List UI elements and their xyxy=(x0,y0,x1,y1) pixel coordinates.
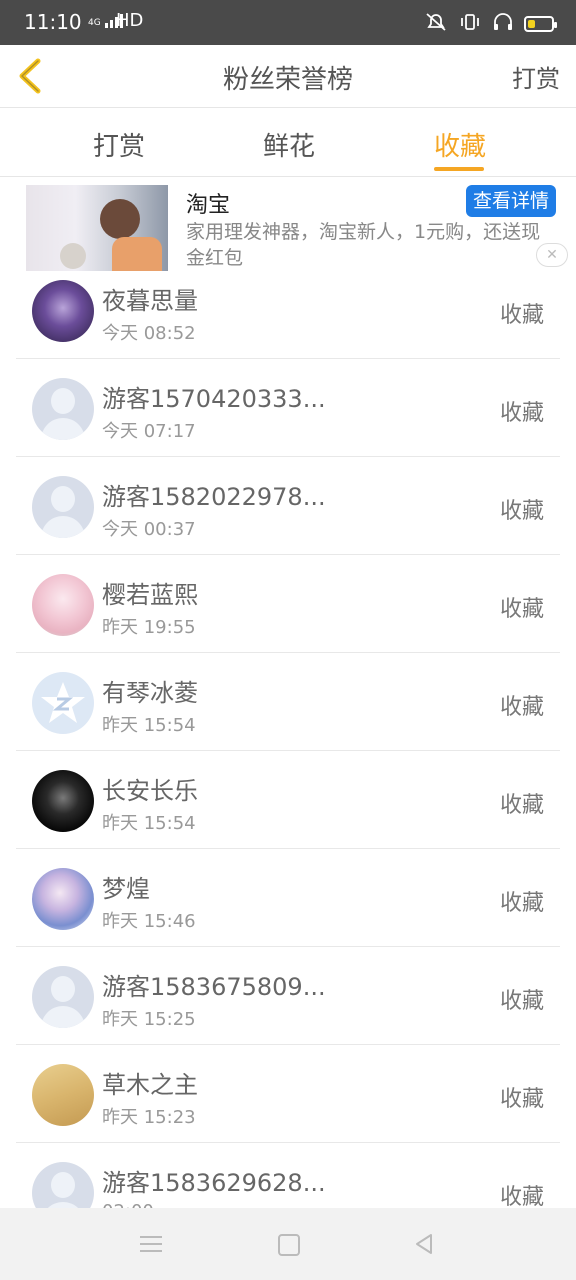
home-icon[interactable] xyxy=(278,1234,300,1256)
fan-name: 樱若蓝熙 xyxy=(102,581,198,609)
vibrate-icon xyxy=(458,12,482,36)
avatar xyxy=(32,476,94,538)
avatar xyxy=(32,672,94,734)
fan-name: 夜暮思量 xyxy=(102,287,198,315)
network-label: 4G xyxy=(88,18,101,28)
reward-button[interactable]: 打赏 xyxy=(512,59,560,94)
list-item[interactable]: 樱若蓝熙 昨天 19:55 收藏 xyxy=(16,555,560,653)
fan-time: 昨天 19:55 xyxy=(102,617,196,638)
tab-bar: 打赏 鲜花 收藏 xyxy=(0,108,576,177)
list-item[interactable]: 游客1582022978... 今天 00:37 收藏 xyxy=(16,457,560,555)
fan-time: 昨天 15:46 xyxy=(102,911,196,932)
avatar xyxy=(32,966,94,1028)
avatar xyxy=(32,574,94,636)
fan-name: 草木之主 xyxy=(102,1071,198,1099)
fan-name: 游客1583629628... xyxy=(102,1169,326,1197)
fan-time: 今天 08:52 xyxy=(102,323,196,344)
fan-action: 收藏 xyxy=(499,401,544,426)
list-item[interactable]: 草木之主 昨天 15:23 收藏 xyxy=(16,1045,560,1143)
fan-action: 收藏 xyxy=(499,1087,544,1112)
avatar xyxy=(32,378,94,440)
headset-icon xyxy=(492,12,514,36)
list-item[interactable]: 游客1583675809... 昨天 15:25 收藏 xyxy=(16,947,560,1045)
fan-name: 游客1583675809... xyxy=(102,973,326,1001)
fan-time: 昨天 15:54 xyxy=(102,715,196,736)
tab-reward[interactable]: 打赏 xyxy=(93,126,145,163)
battery-icon xyxy=(524,16,557,32)
fan-name: 游客1582022978... xyxy=(102,483,326,511)
fan-time: 今天 07:17 xyxy=(102,421,196,442)
fan-name: 有琴冰菱 xyxy=(102,679,198,707)
status-bar: 11:10 4G HD xyxy=(0,0,576,45)
back-triangle-icon[interactable] xyxy=(412,1232,436,1256)
list-item[interactable]: 夜暮思量 今天 08:52 收藏 xyxy=(16,261,560,359)
ad-image[interactable] xyxy=(26,185,168,271)
fan-action: 收藏 xyxy=(499,989,544,1014)
page-title: 粉丝荣誉榜 xyxy=(222,65,353,95)
list-item[interactable]: 有琴冰菱 昨天 15:54 收藏 xyxy=(16,653,560,751)
fan-action: 收藏 xyxy=(499,303,544,328)
list-item[interactable]: 游客1570420333... 今天 07:17 收藏 xyxy=(16,359,560,457)
hd-label: HD xyxy=(116,10,144,31)
fan-action: 收藏 xyxy=(499,1185,544,1210)
ad-details-button[interactable]: 查看详情 xyxy=(466,185,556,217)
ad-banner[interactable]: 淘宝 家用理发神器，淘宝新人，1元购，还送现金红包 查看详情 xyxy=(0,177,576,271)
tab-favorites[interactable]: 收藏 xyxy=(434,126,486,163)
fan-time: 昨天 15:23 xyxy=(102,1107,196,1128)
list-item[interactable]: 长安长乐 昨天 15:54 收藏 xyxy=(16,751,560,849)
avatar xyxy=(32,868,94,930)
tab-flowers[interactable]: 鲜花 xyxy=(263,126,315,163)
qq-star-icon xyxy=(41,682,85,723)
list-item[interactable]: 梦煌 昨天 15:46 收藏 xyxy=(16,849,560,947)
fan-time: 今天 00:37 xyxy=(102,519,196,540)
fan-action: 收藏 xyxy=(499,695,544,720)
mute-vibrate-icon xyxy=(424,12,448,36)
fan-name: 长安长乐 xyxy=(102,777,198,805)
system-nav-bar xyxy=(0,1208,576,1280)
fan-action: 收藏 xyxy=(499,891,544,916)
avatar xyxy=(32,770,94,832)
fan-list: 夜暮思量 今天 08:52 收藏 游客1570420333... 今天 07:1… xyxy=(0,261,576,1241)
app-bar: 粉丝荣誉榜 打赏 xyxy=(0,45,576,108)
ad-brand: 淘宝 xyxy=(186,193,231,218)
menu-icon[interactable] xyxy=(140,1236,162,1252)
status-time: 11:10 xyxy=(24,10,82,34)
fan-name: 游客1570420333... xyxy=(102,385,326,413)
active-tab-indicator xyxy=(434,167,484,171)
fan-action: 收藏 xyxy=(499,793,544,818)
fan-action: 收藏 xyxy=(499,597,544,622)
fan-time: 昨天 15:54 xyxy=(102,813,196,834)
fan-name: 梦煌 xyxy=(102,875,150,903)
fan-action: 收藏 xyxy=(499,499,544,524)
avatar xyxy=(32,280,94,342)
fan-time: 昨天 15:25 xyxy=(102,1009,196,1030)
avatar xyxy=(32,1064,94,1126)
